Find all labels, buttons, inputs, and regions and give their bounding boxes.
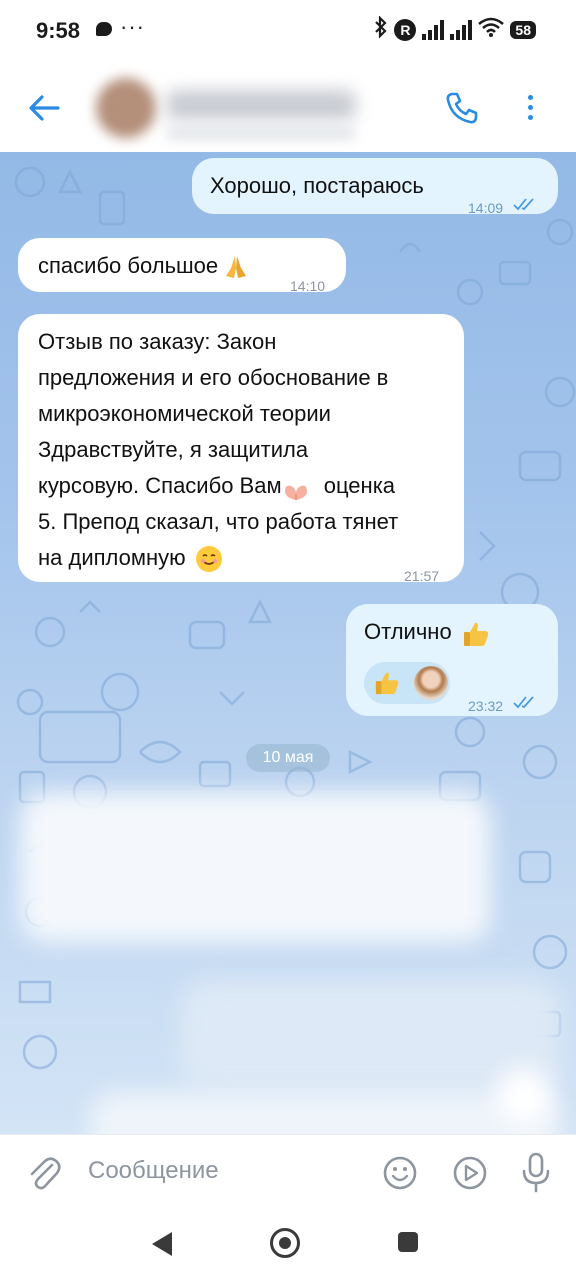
message-time: 21:57 <box>404 568 440 584</box>
message-text-content: спасибо большое <box>38 253 219 278</box>
read-checkmarks-icon <box>512 188 538 224</box>
message-text: Отзыв по заказу: Закон предложения и его… <box>38 324 458 576</box>
read-checkmarks-icon <box>512 686 538 722</box>
blurred-message <box>20 792 490 942</box>
status-time: 9:58 <box>36 18 81 43</box>
folded-hands-emoji-icon <box>224 254 247 280</box>
reactor-avatar <box>414 666 448 700</box>
avatar[interactable] <box>96 78 156 138</box>
nav-back-icon[interactable] <box>152 1232 172 1256</box>
message-time: 23:32 <box>468 698 504 714</box>
signal-icon <box>422 19 445 40</box>
emoji-icon[interactable] <box>382 1155 418 1191</box>
message-time: 14:09 <box>468 200 504 216</box>
message-incoming[interactable]: спасибо большое 14:10 <box>18 238 346 294</box>
paperclip-icon[interactable] <box>26 1153 62 1193</box>
message-composer: Сообщение <box>0 1134 576 1211</box>
message-outgoing[interactable]: Отлично 23:32 <box>346 604 558 716</box>
smiling-face-emoji-icon <box>195 546 222 573</box>
heart-hands-emoji-icon <box>282 477 310 501</box>
message-text: спасибо большое <box>38 248 247 284</box>
message-text: Хорошо, постараюсь <box>210 173 424 198</box>
notification-chat-icon <box>96 22 112 36</box>
message-outgoing[interactable]: Хорошо, постараюсь 14:09 <box>192 158 558 216</box>
message-line: предложения и его обоснование в <box>38 365 389 390</box>
wifi-icon <box>478 17 505 42</box>
blurred-message <box>180 980 560 1090</box>
more-vertical-icon[interactable] <box>518 90 542 130</box>
play-circle-icon[interactable] <box>452 1155 488 1191</box>
message-line-text: оценка <box>323 473 396 498</box>
more-notifications-icon: ··· <box>120 14 145 39</box>
message-line: курсовую. Спасибо Вам оценка <box>38 468 458 504</box>
status-icons: R 58 <box>374 15 536 43</box>
network-badge: R <box>394 18 417 41</box>
scroll-down-button[interactable] <box>496 1068 552 1124</box>
blurred-message <box>90 1092 560 1134</box>
reaction-chip[interactable] <box>364 662 450 704</box>
date-separator: 10 мая <box>246 744 330 772</box>
thumbs-up-reaction-icon <box>374 670 400 696</box>
thumbs-up-emoji-icon <box>462 620 489 647</box>
battery-icon: 58 <box>510 20 536 39</box>
nav-recents-icon[interactable] <box>398 1232 418 1252</box>
message-incoming[interactable]: Отзыв по заказу: Закон предложения и его… <box>18 314 464 584</box>
system-navigation-bar <box>0 1210 576 1280</box>
chat-area[interactable]: Хорошо, постараюсь 14:09 спасибо большое… <box>0 152 576 1134</box>
contact-name[interactable] <box>166 90 356 120</box>
message-line: Отзыв по заказу: Закон <box>38 329 277 354</box>
bluetooth-icon <box>374 15 388 43</box>
arrow-left-icon[interactable] <box>24 88 64 128</box>
message-line: микроэкономической теории <box>38 401 331 426</box>
message-line-text: курсовую. Спасибо Вам <box>38 473 282 498</box>
message-input[interactable]: Сообщение <box>88 1157 219 1185</box>
message-text: Отлично <box>364 614 489 650</box>
microphone-icon[interactable] <box>518 1151 554 1195</box>
message-line-text: на дипломную <box>38 545 186 570</box>
chat-header <box>0 64 576 153</box>
message-line: на дипломную <box>38 540 458 576</box>
status-bar: 9:58 ··· R 58 <box>0 0 576 64</box>
phone-icon[interactable] <box>444 90 480 126</box>
nav-home-icon[interactable] <box>270 1228 300 1258</box>
message-line: Здравствуйте, я защитила <box>38 437 309 462</box>
message-line: 5. Препод сказал, что работа тянет <box>38 509 399 534</box>
message-text-content: Отлично <box>364 619 452 644</box>
contact-status <box>166 126 356 140</box>
message-time: 14:10 <box>290 278 326 294</box>
signal-2-icon <box>450 19 473 40</box>
